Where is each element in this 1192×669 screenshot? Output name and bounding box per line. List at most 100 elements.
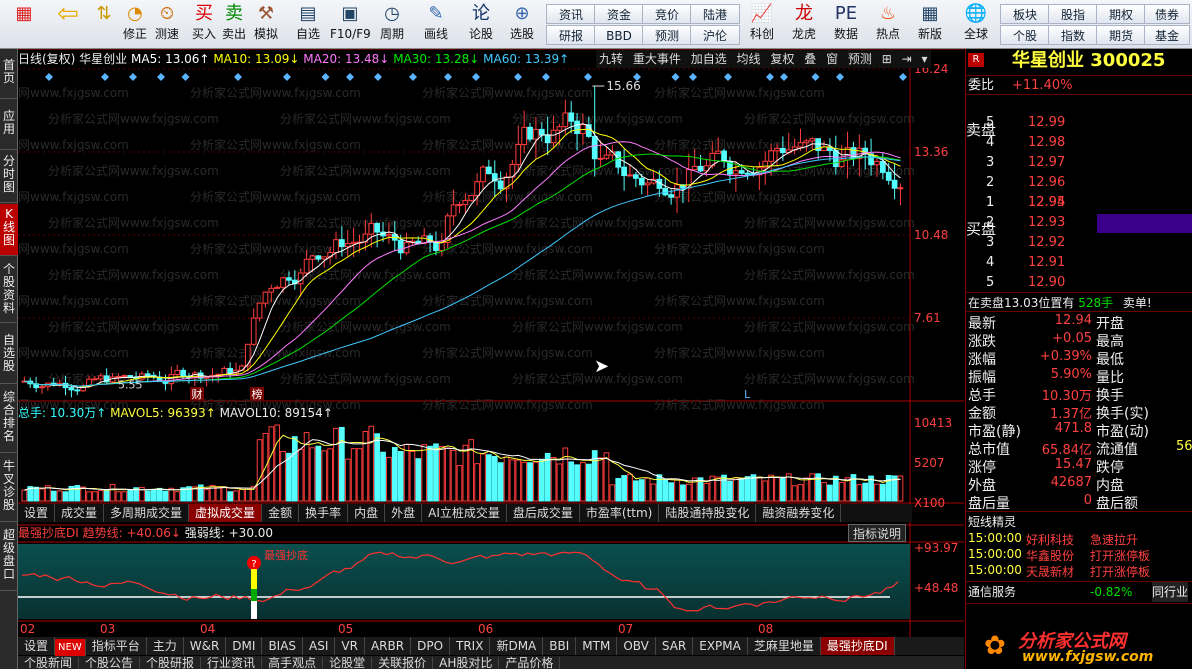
- funds-button[interactable]: 资金: [594, 4, 644, 24]
- stock-index-button[interactable]: 股指: [1048, 4, 1098, 24]
- news-tab-report[interactable]: 个股研报: [140, 657, 202, 669]
- vol-tab-after[interactable]: 盘后成交量: [507, 504, 580, 522]
- tab-apps[interactable]: 应用: [0, 100, 18, 150]
- speedtest-button[interactable]: ⏲ 测速: [152, 2, 182, 47]
- tab-kline[interactable]: K线图: [0, 204, 18, 256]
- options-button[interactable]: 期权: [1096, 4, 1146, 24]
- ind-tab-sesame[interactable]: 芝麻里地量: [748, 637, 821, 655]
- industry-peers[interactable]: 同行业: [1152, 582, 1189, 602]
- fix-button[interactable]: ◔ 修正: [120, 2, 150, 47]
- futures-button[interactable]: 期货: [1096, 25, 1146, 45]
- nav-updown-icon[interactable]: ⇅: [90, 2, 118, 47]
- ind-tab-bias[interactable]: BIAS: [262, 637, 304, 655]
- vol-tab-multiperiod[interactable]: 多周期成交量: [104, 504, 190, 522]
- ind-tab-di[interactable]: 最强抄底DI: [820, 637, 895, 655]
- news-tab-notice[interactable]: 个股公告: [79, 657, 141, 669]
- index-button[interactable]: 指数: [1048, 25, 1098, 45]
- tab-timeshare[interactable]: 分时图: [0, 151, 18, 203]
- dropdown-icon[interactable]: ▾: [919, 52, 931, 66]
- vol-tab-ai[interactable]: AI立桩成交量: [422, 504, 507, 522]
- vol-tab-pe[interactable]: 市盈率(ttm): [580, 504, 660, 522]
- tool-ma[interactable]: 均线: [734, 52, 764, 66]
- vol-tab-settings[interactable]: 设置: [18, 504, 56, 522]
- news-button[interactable]: 资讯: [546, 4, 596, 24]
- tool-window[interactable]: 窗: [823, 52, 841, 66]
- individual-stock-button[interactable]: 个股: [1000, 25, 1050, 45]
- new-version-button[interactable]: ▦ 新版: [912, 2, 948, 47]
- home-grid-icon[interactable]: ▦: [6, 2, 42, 47]
- tab-watchlist[interactable]: 自选股: [0, 324, 18, 384]
- simulate-button[interactable]: ⚒ 模拟: [252, 2, 280, 47]
- period-button[interactable]: ◷ 周期: [374, 2, 410, 47]
- ind-tab-vr[interactable]: VR: [335, 637, 365, 655]
- ind-tab-wr[interactable]: W&R: [184, 637, 227, 655]
- ind-tab-settings[interactable]: 设置: [18, 637, 56, 655]
- vol-tab-turnover[interactable]: 换手率: [299, 504, 349, 522]
- ind-tab-arbr[interactable]: ARBR: [365, 637, 412, 655]
- research-button[interactable]: 研报: [546, 25, 596, 45]
- news-tab-related[interactable]: 关联报价: [372, 657, 434, 669]
- grid-icon[interactable]: ⊞: [879, 52, 895, 66]
- tool-add-watch[interactable]: 加自选: [688, 52, 730, 66]
- bbd-button[interactable]: BBD: [594, 25, 644, 45]
- back-arrow-icon[interactable]: ⇦: [50, 1, 86, 47]
- vol-tab-outer[interactable]: 外盘: [385, 504, 423, 522]
- tool-overlay[interactable]: 叠: [801, 52, 819, 66]
- hk-connect-button[interactable]: 陆港: [690, 4, 740, 24]
- data-button[interactable]: PE 数据: [828, 2, 864, 47]
- news-tab-industry[interactable]: 行业资讯: [201, 657, 263, 669]
- pin-icon[interactable]: ⇥: [899, 52, 915, 66]
- watchlist-button[interactable]: ▤ 自选: [290, 2, 326, 47]
- discuss-button[interactable]: 论论股: [464, 2, 498, 47]
- shanghai-london-button[interactable]: 沪伦: [690, 25, 740, 45]
- hotspot-button[interactable]: ♨ 热点: [870, 2, 906, 47]
- draw-button[interactable]: ✎ 画线: [418, 2, 454, 47]
- tab-super-depth[interactable]: 超级盘口: [0, 523, 18, 591]
- indicator-help-button[interactable]: 指标说明: [848, 524, 907, 542]
- tab-home[interactable]: 首页: [0, 49, 18, 99]
- vol-tab-amount[interactable]: 金额: [262, 504, 300, 522]
- ind-tab-trix[interactable]: TRIX: [450, 637, 491, 655]
- industry-row[interactable]: 通信服务 -0.82% 同行业: [966, 581, 1192, 602]
- ind-tab-bbi[interactable]: BBI: [543, 637, 577, 655]
- tool-adjust[interactable]: 复权: [767, 52, 797, 66]
- auction-button[interactable]: 竞价: [642, 4, 692, 24]
- news-tab-ah[interactable]: AH股对比: [433, 657, 500, 669]
- vol-tab-virtual[interactable]: 虚拟成交量: [189, 504, 263, 522]
- ind-tab-expma[interactable]: EXPMA: [693, 637, 748, 655]
- kline-chart[interactable]: 分析家公式网www.fxjgsw.com 分析家公式网www.fxjgsw.com…: [18, 49, 964, 637]
- news-tab-expert[interactable]: 高手观点: [262, 657, 324, 669]
- tab-ranking[interactable]: 综合排名: [0, 385, 18, 453]
- vol-tab-volume[interactable]: 成交量: [55, 504, 105, 522]
- ind-tab-sar[interactable]: SAR: [656, 637, 694, 655]
- pick-stock-button[interactable]: ⊕ 选股: [504, 2, 540, 47]
- ind-tab-mtm[interactable]: MTM: [576, 637, 618, 655]
- sector-button[interactable]: 板块: [1000, 4, 1050, 24]
- tab-diagnosis[interactable]: 牛叉诊股: [0, 454, 18, 522]
- news-tab-stock[interactable]: 个股新闻: [18, 657, 80, 669]
- f10-button[interactable]: ▣ F10/F9: [330, 2, 371, 47]
- dragon-tiger-button[interactable]: 龙龙虎: [786, 2, 822, 47]
- fund-button[interactable]: 基金: [1144, 25, 1190, 45]
- forecast-button[interactable]: 预测: [642, 25, 692, 45]
- star-market-button[interactable]: 📈 科创: [744, 2, 780, 47]
- tool-major-events[interactable]: 重大事件: [630, 52, 684, 66]
- bonds-button[interactable]: 债券: [1144, 4, 1190, 24]
- vol-tab-inner[interactable]: 内盘: [348, 504, 386, 522]
- global-button[interactable]: 🌐 全球: [956, 2, 996, 47]
- tab-stock-info[interactable]: 个股资料: [0, 257, 18, 323]
- ind-tab-main[interactable]: 主力: [147, 637, 184, 655]
- ind-tab-dmi[interactable]: DMI: [226, 637, 263, 655]
- vol-tab-hk[interactable]: 陆股通持股变化: [659, 504, 757, 522]
- ind-tab-dpo[interactable]: DPO: [411, 637, 451, 655]
- news-tab-price[interactable]: 产品价格: [499, 657, 561, 669]
- buy-button[interactable]: 买买入: [190, 2, 218, 47]
- ind-tab-platform[interactable]: 指标平台: [86, 637, 147, 655]
- sell-button[interactable]: 卖卖出: [220, 2, 248, 47]
- vol-tab-margin[interactable]: 融资融券变化: [756, 504, 842, 522]
- ind-tab-obv[interactable]: OBV: [617, 637, 656, 655]
- ind-tab-dma[interactable]: 新DMA: [490, 637, 544, 655]
- tool-jiuzhuan[interactable]: 九转: [596, 52, 626, 66]
- tool-predict[interactable]: 预测: [845, 52, 875, 66]
- ind-tab-asi[interactable]: ASI: [303, 637, 336, 655]
